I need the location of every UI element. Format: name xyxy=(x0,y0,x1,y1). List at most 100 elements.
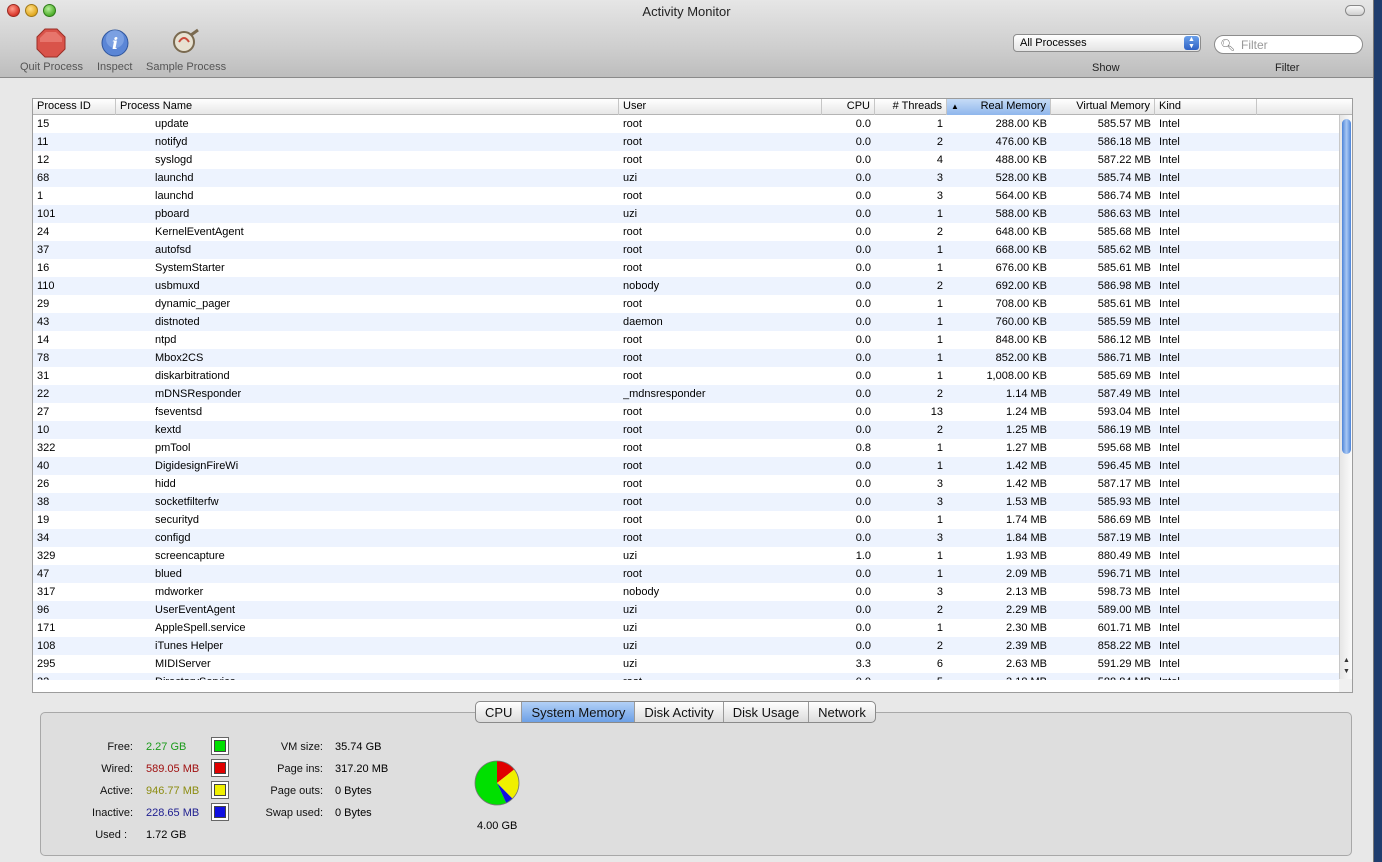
scroll-down-arrow-icon[interactable]: ▼ xyxy=(1340,666,1352,677)
table-row[interactable]: 31 diskarbitrationd root 0.0 1 1,008.00 KB 585… xyxy=(33,367,1341,385)
cell-pid: 322 xyxy=(37,442,56,454)
table-row[interactable]: 317 mdworker nobody 0.0 3 2.13 MB 598.73 MB Int… xyxy=(33,583,1341,601)
page-outs-label: Page outs: xyxy=(270,785,323,797)
quit-process-button[interactable]: Quit Process xyxy=(20,28,83,73)
table-row[interactable]: 322 pmTool root 0.8 1 1.27 MB 595.68 MB Intel xyxy=(33,439,1341,457)
table-row[interactable]: 47 blued root 0.0 1 2.09 MB 596.71 MB Intel xyxy=(33,565,1341,583)
cell-process-name: UserEventAgent xyxy=(155,604,236,616)
table-row[interactable]: 38 socketfilterfw root 0.0 3 1.53 MB 585.93 MB… xyxy=(33,493,1341,511)
cell-pid: 329 xyxy=(37,550,56,562)
table-row[interactable]: 14 ntpd root 0.0 1 848.00 KB 586.12 MB Intel xyxy=(33,331,1341,349)
table-row[interactable]: 34 configd root 0.0 3 1.84 MB 587.19 MB Intel xyxy=(33,529,1341,547)
column-header-cpu[interactable]: CPU xyxy=(822,99,875,115)
table-row[interactable]: 68 launchd uzi 0.0 3 528.00 KB 585.74 MB Intel xyxy=(33,169,1341,187)
column-header-threads[interactable]: # Threads xyxy=(875,99,947,115)
tab-system-memory[interactable]: System Memory xyxy=(522,702,636,722)
cell-kind: Intel xyxy=(1159,298,1180,310)
cell-threads: 3 xyxy=(936,532,943,544)
table-row[interactable]: 24 KernelEventAgent root 0.0 2 648.00 KB 585.6… xyxy=(33,223,1341,241)
show-select-value: All Processes xyxy=(1020,37,1087,49)
cell-cpu: 0.0 xyxy=(855,460,871,472)
cell-virtual-memory: 587.17 MB xyxy=(1097,478,1151,490)
cell-process-name: MIDIServer xyxy=(155,658,211,670)
column-header-real-memory[interactable]: ▲ Real Memory xyxy=(947,99,1051,115)
cell-pid: 24 xyxy=(37,226,50,238)
tab-network[interactable]: Network xyxy=(809,702,875,722)
cell-kind: Intel xyxy=(1159,640,1180,652)
table-row[interactable]: 40 DigidesignFireWi root 0.0 1 1.42 MB 596.45 … xyxy=(33,457,1341,475)
column-header-empty xyxy=(1257,99,1352,115)
active-color-swatch[interactable] xyxy=(211,781,229,799)
table-row[interactable]: 37 autofsd root 0.0 1 668.00 KB 585.62 MB Intel xyxy=(33,241,1341,259)
tab-disk-activity[interactable]: Disk Activity xyxy=(635,702,724,722)
table-row[interactable]: 12 syslogd root 0.0 4 488.00 KB 587.22 MB Intel xyxy=(33,151,1341,169)
cell-kind: Intel xyxy=(1159,550,1180,562)
filter-label: Filter xyxy=(1275,62,1300,74)
table-row[interactable]: 1 launchd root 0.0 3 564.00 KB 586.74 MB Intel xyxy=(33,187,1341,205)
column-header-virtual-memory[interactable]: Virtual Memory xyxy=(1051,99,1155,115)
title-toolbar: Activity Monitor Quit Process i Inspect xyxy=(0,0,1373,78)
wired-color-swatch[interactable] xyxy=(211,759,229,777)
cell-user: root xyxy=(623,673,818,680)
free-label: Free: xyxy=(107,741,133,753)
table-vertical-scrollbar[interactable]: ▲ ▼ xyxy=(1339,115,1352,680)
table-row[interactable]: 11 notifyd root 0.0 2 476.00 KB 586.18 MB Intel xyxy=(33,133,1341,151)
cell-process-name: kextd xyxy=(155,424,182,436)
tab-disk-usage[interactable]: Disk Usage xyxy=(724,702,810,722)
table-row[interactable]: 78 Mbox2CS root 0.0 1 852.00 KB 586.71 MB Intel xyxy=(33,349,1341,367)
cell-cpu: 0.0 xyxy=(855,568,871,580)
tab-cpu[interactable]: CPU xyxy=(476,702,523,722)
cell-pid: 47 xyxy=(37,568,50,580)
table-row[interactable]: 15 update root 0.0 1 288.00 KB 585.57 MB Intel xyxy=(33,115,1341,133)
toolbar-toggle-button[interactable] xyxy=(1345,5,1365,16)
column-header-pid[interactable]: Process ID xyxy=(33,99,116,115)
scroll-up-arrow-icon[interactable]: ▲ xyxy=(1340,655,1352,666)
used-label: Used : xyxy=(95,829,127,841)
table-row[interactable]: 22 mDNSResponder _mdnsresponder 0.0 2 1.14 MB… xyxy=(33,385,1341,403)
cell-process-name: usbmuxd xyxy=(155,280,200,292)
table-row[interactable]: 101 pboard uzi 0.0 1 588.00 KB 586.63 MB Intel xyxy=(33,205,1341,223)
column-header-name[interactable]: Process Name xyxy=(116,99,619,115)
table-row[interactable]: 26 hidd root 0.0 3 1.42 MB 587.17 MB Intel xyxy=(33,475,1341,493)
table-row[interactable]: 32 DirectoryService root 0.0 5 3.18 MB 588.84 … xyxy=(33,673,1341,680)
scrollbar-thumb[interactable] xyxy=(1342,119,1351,454)
show-processes-select[interactable]: All Processes ▲ ▼ xyxy=(1013,34,1201,52)
activity-monitor-window: Activity Monitor Quit Process i Inspect xyxy=(0,0,1374,862)
cell-kind: Intel xyxy=(1159,406,1180,418)
free-color-swatch[interactable] xyxy=(211,737,229,755)
cell-process-name: socketfilterfw xyxy=(155,496,219,508)
table-row[interactable]: 295 MIDIServer uzi 3.3 6 2.63 MB 591.29 MB Inte… xyxy=(33,655,1341,673)
cell-cpu: 0.0 xyxy=(855,604,871,616)
table-row[interactable]: 10 kextd root 0.0 2 1.25 MB 586.19 MB Intel xyxy=(33,421,1341,439)
table-row[interactable]: 96 UserEventAgent uzi 0.0 2 2.29 MB 589.00 MB I… xyxy=(33,601,1341,619)
table-row[interactable]: 16 SystemStarter root 0.0 1 676.00 KB 585.61 M… xyxy=(33,259,1341,277)
table-row[interactable]: 108 iTunes Helper uzi 0.0 2 2.39 MB 858.22 MB I… xyxy=(33,637,1341,655)
cell-real-memory: 760.00 KB xyxy=(995,316,1047,328)
column-header-user[interactable]: User xyxy=(619,99,822,115)
column-header-kind[interactable]: Kind xyxy=(1155,99,1257,115)
table-row[interactable]: 27 fseventsd root 0.0 13 1.24 MB 593.04 MB Inte… xyxy=(33,403,1341,421)
inactive-color-swatch[interactable] xyxy=(211,803,229,821)
cell-threads: 2 xyxy=(936,136,943,148)
table-row[interactable]: 19 securityd root 0.0 1 1.74 MB 586.69 MB Intel xyxy=(33,511,1341,529)
cell-virtual-memory: 587.19 MB xyxy=(1097,532,1151,544)
cell-kind: Intel xyxy=(1159,622,1180,634)
cell-user: root xyxy=(623,190,642,202)
table-row[interactable]: 29 dynamic_pager root 0.0 1 708.00 KB 585.61 M… xyxy=(33,295,1341,313)
cell-user: root xyxy=(623,514,642,526)
table-row[interactable]: 171 AppleSpell.service uzi 0.0 1 2.30 MB 601.7… xyxy=(33,619,1341,637)
sample-process-button[interactable]: Sample Process xyxy=(146,28,226,73)
process-table[interactable]: Process ID Process Name User CPU # Threa… xyxy=(32,98,1353,693)
table-row[interactable]: 329 screencapture uzi 1.0 1 1.93 MB 880.49 MB I… xyxy=(33,547,1341,565)
cell-cpu: 0.0 xyxy=(855,352,871,364)
cell-real-memory: 648.00 KB xyxy=(995,226,1047,238)
table-row[interactable]: 43 distnoted daemon 0.0 1 760.00 KB 585.59 MB I… xyxy=(33,313,1341,331)
cell-real-memory: 692.00 KB xyxy=(995,280,1047,292)
cell-virtual-memory: 858.22 MB xyxy=(1097,640,1151,652)
filter-input[interactable]: 🔍︎ Filter xyxy=(1214,35,1363,54)
cell-real-memory: 1,008.00 KB xyxy=(986,370,1047,382)
cell-pid: 68 xyxy=(37,172,50,184)
inspect-button[interactable]: i Inspect xyxy=(97,28,132,73)
table-row[interactable]: 110 usbmuxd nobody 0.0 2 692.00 KB 586.98 MB In… xyxy=(33,277,1341,295)
cell-cpu: 0.0 xyxy=(855,406,871,418)
